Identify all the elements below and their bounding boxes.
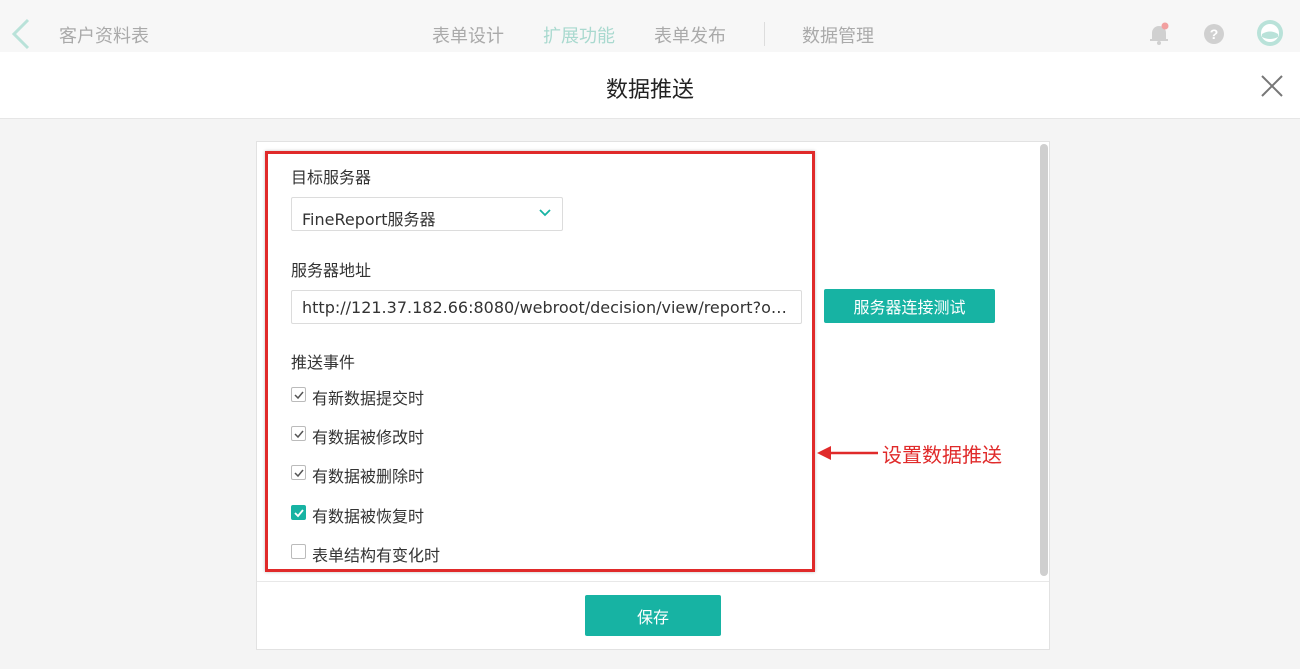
back-arrow-icon[interactable]	[10, 18, 32, 50]
close-icon[interactable]	[1259, 73, 1285, 99]
app-title: 客户资料表	[59, 26, 149, 47]
annotation-highlight-box	[265, 151, 815, 572]
footer-divider	[257, 581, 1049, 582]
modal-title: 数据推送	[605, 78, 694, 103]
bell-icon[interactable]	[1148, 22, 1170, 46]
scrollbar-thumb[interactable]	[1040, 144, 1048, 576]
top-app-bar: 客户资料表 表单设计 扩展功能 表单发布 数据管理 ?	[0, 0, 1300, 52]
annotation-arrow-icon	[817, 446, 878, 460]
nav-divider	[764, 22, 765, 46]
annotation-label: 设置数据推送	[882, 443, 1002, 467]
tab-extensions[interactable]: 扩展功能	[543, 22, 615, 48]
tab-data-management[interactable]: 数据管理	[802, 22, 874, 48]
tab-form-design[interactable]: 表单设计	[432, 22, 504, 48]
avatar-icon[interactable]	[1256, 19, 1284, 47]
svg-text:?: ?	[1210, 26, 1219, 42]
help-icon[interactable]: ?	[1203, 22, 1225, 46]
tab-form-publish[interactable]: 表单发布	[654, 22, 726, 48]
modal-header: 数据推送	[0, 52, 1300, 119]
test-connection-button[interactable]: 服务器连接测试	[824, 289, 995, 323]
save-button[interactable]: 保存	[585, 595, 721, 636]
